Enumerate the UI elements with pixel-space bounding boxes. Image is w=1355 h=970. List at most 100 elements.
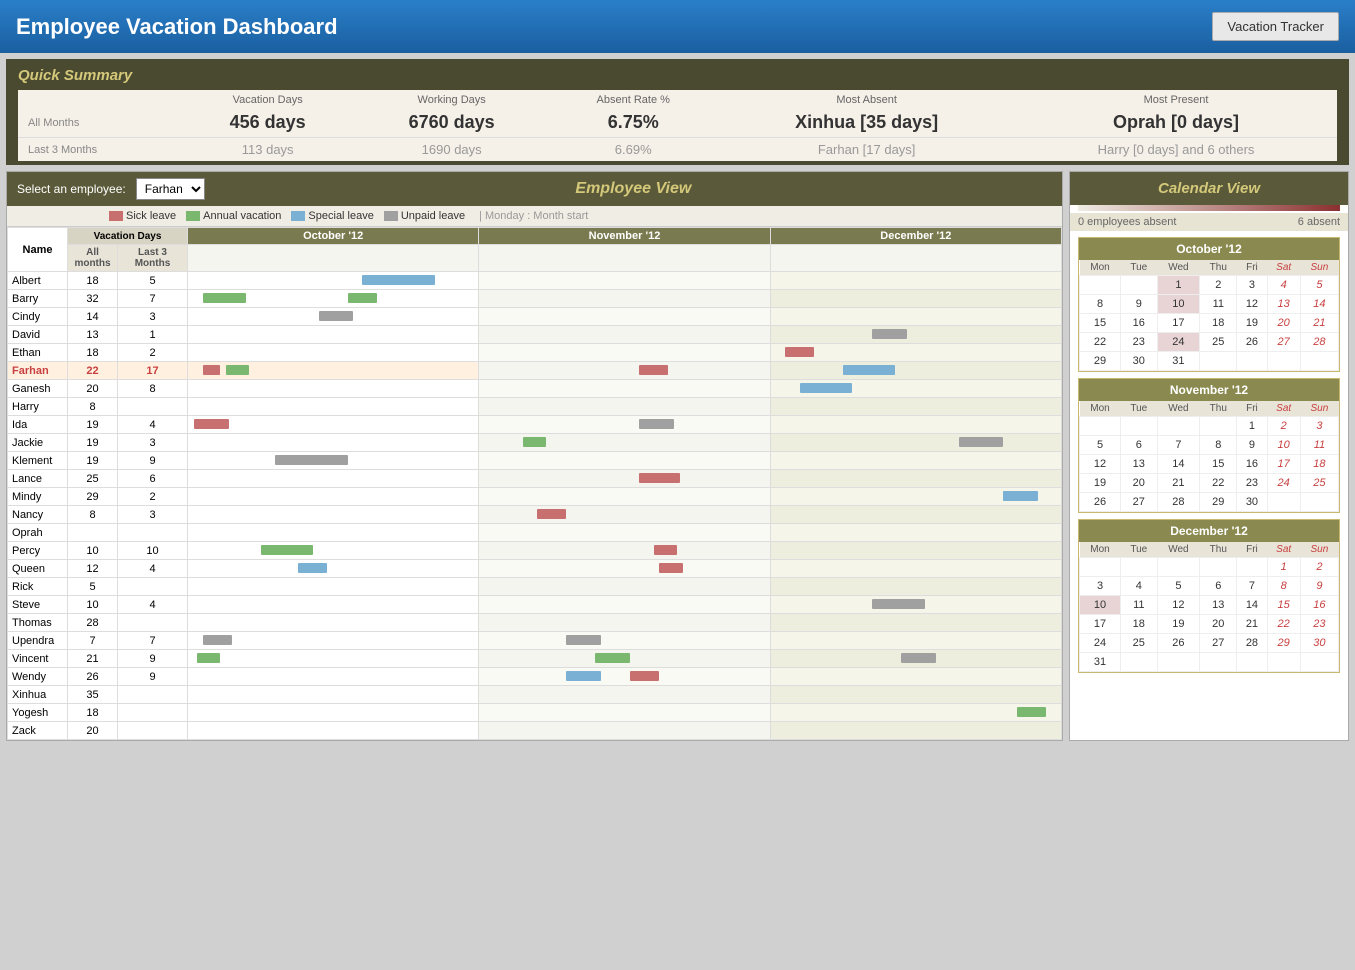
gantt-dec <box>770 470 1061 488</box>
calendar-week-row: 12 <box>1080 558 1339 577</box>
gantt-nov <box>479 722 770 740</box>
gantt-nov <box>479 596 770 614</box>
legend-unpaid: Unpaid leave <box>384 210 465 222</box>
calendar-day: 31 <box>1157 352 1200 371</box>
gantt-oct <box>188 452 479 470</box>
employee-all-months: 32 <box>68 290 118 308</box>
legend-annual-label: Annual vacation <box>203 210 281 222</box>
employee-all-months: 12 <box>68 560 118 578</box>
gantt-nov <box>479 416 770 434</box>
legend-sick-label: Sick leave <box>126 210 176 222</box>
table-row: Ganesh 20 8 <box>8 380 1062 398</box>
legend-unpaid-label: Unpaid leave <box>401 210 465 222</box>
calendar-day: 1 <box>1157 276 1200 295</box>
table-row: Thomas 28 <box>8 614 1062 632</box>
gantt-bar <box>261 545 313 555</box>
calendar-day <box>1300 653 1338 672</box>
employee-select[interactable]: Farhan <box>136 178 205 200</box>
qs-last3-mostabsent: Farhan [17 days] <box>718 138 1015 162</box>
calendar-day: 21 <box>1157 474 1200 493</box>
gantt-nov <box>479 686 770 704</box>
employee-all-months: 10 <box>68 596 118 614</box>
gantt-bar <box>872 599 924 609</box>
gantt-nov <box>479 452 770 470</box>
calendar-day: 26 <box>1080 493 1121 512</box>
employee-all-months: 18 <box>68 344 118 362</box>
gantt-bar <box>639 419 674 429</box>
gantt-bar <box>595 653 630 663</box>
employee-last3: 9 <box>118 650 188 668</box>
employee-last3: 3 <box>118 308 188 326</box>
qs-col-working-days: Working Days <box>355 90 548 108</box>
gantt-bar <box>630 671 659 681</box>
calendar-month-header: October '12 <box>1079 238 1339 260</box>
calendar-day: 18 <box>1200 314 1237 333</box>
calendar-day <box>1267 493 1300 512</box>
calendar-day <box>1121 558 1158 577</box>
calendar-week-row: 2627282930 <box>1080 493 1339 512</box>
calendar-day: 8 <box>1200 436 1237 455</box>
employee-last3: 17 <box>118 362 188 380</box>
calendar-day: 20 <box>1267 314 1300 333</box>
gantt-dec <box>770 272 1061 290</box>
gantt-nov <box>479 704 770 722</box>
calendar-day: 2 <box>1200 276 1237 295</box>
gantt-nov <box>479 326 770 344</box>
gantt-oct <box>188 722 479 740</box>
gantt-dec <box>770 290 1061 308</box>
qs-col-vacation-days: Vacation Days <box>180 90 355 108</box>
cal-day-header: Mon <box>1080 401 1121 417</box>
employee-all-months: 5 <box>68 578 118 596</box>
absent-bar: 0 employees absent 6 absent <box>1070 213 1348 231</box>
calendar-week-row: 15161718192021 <box>1080 314 1339 333</box>
calendar-day: 14 <box>1237 596 1267 615</box>
employee-name: David <box>8 326 68 344</box>
gantt-dec <box>770 506 1061 524</box>
legend-row: Sick leave Annual vacation Special leave… <box>7 206 1062 227</box>
employee-last3: 3 <box>118 506 188 524</box>
qs-col-absent-rate: Absent Rate % <box>548 90 718 108</box>
gantt-bar <box>537 509 566 519</box>
legend-special-label: Special leave <box>308 210 373 222</box>
cal-day-header: Tue <box>1121 260 1158 276</box>
gantt-bar <box>362 275 435 285</box>
calendar-day: 7 <box>1157 436 1200 455</box>
gantt-nov <box>479 308 770 326</box>
employee-all-months: 8 <box>68 398 118 416</box>
table-row: Vincent 21 9 <box>8 650 1062 668</box>
cal-day-header: Sun <box>1300 260 1338 276</box>
calendar-week-row: 3456789 <box>1080 577 1339 596</box>
calendar-day <box>1200 417 1237 436</box>
gantt-bar <box>843 365 895 375</box>
cal-day-header: Sat <box>1267 542 1300 558</box>
employee-last3 <box>118 614 188 632</box>
employee-name: Jackie <box>8 434 68 452</box>
gantt-nov <box>479 470 770 488</box>
employee-name: Harry <box>8 398 68 416</box>
calendar-month-header: December '12 <box>1079 520 1339 542</box>
gantt-bar <box>901 653 936 663</box>
calendar-day: 13 <box>1121 455 1158 474</box>
calendar-week-row: 123 <box>1080 417 1339 436</box>
employee-all-months: 35 <box>68 686 118 704</box>
qs-last3-vacation: 113 days <box>180 138 355 162</box>
employee-all-months: 10 <box>68 542 118 560</box>
calendar-day <box>1200 352 1237 371</box>
gantt-dec <box>770 578 1061 596</box>
gantt-bar <box>203 635 232 645</box>
table-row: Yogesh 18 <box>8 704 1062 722</box>
calendar-day: 17 <box>1157 314 1200 333</box>
employee-all-months: 14 <box>68 308 118 326</box>
cal-day-header: Tue <box>1121 401 1158 417</box>
table-row: Oprah <box>8 524 1062 542</box>
calendar-grid: MonTueWedThuFriSatSun1234589101112131415… <box>1079 260 1339 371</box>
gantt-bar <box>197 653 220 663</box>
table-row: Harry 8 <box>8 398 1062 416</box>
table-row: Zack 20 <box>8 722 1062 740</box>
vacation-tracker-button[interactable]: Vacation Tracker <box>1212 12 1339 41</box>
cal-day-header: Thu <box>1200 542 1237 558</box>
table-row: Farhan 22 17 <box>8 362 1062 380</box>
employee-all-months: 21 <box>68 650 118 668</box>
calendar-day <box>1200 653 1237 672</box>
employee-last3: 4 <box>118 596 188 614</box>
